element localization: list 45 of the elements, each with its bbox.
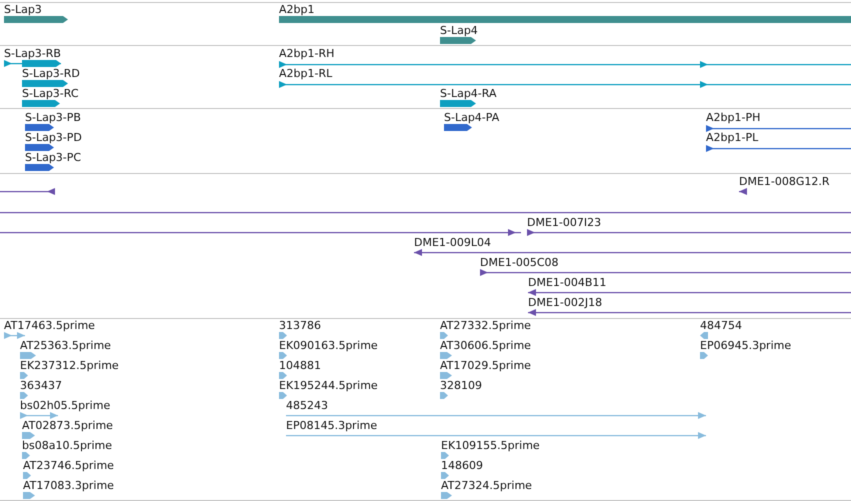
feature-label: AT23746.5prime xyxy=(23,459,114,472)
feature-label: S-Lap3-PB xyxy=(25,111,81,124)
feature-label: 484754 xyxy=(700,319,742,332)
feature-label: bs02h05.5prime xyxy=(20,399,110,412)
feature-label: EP08145.3prime xyxy=(286,419,378,432)
feature-label: S-Lap3-PC xyxy=(25,151,82,164)
feature-label: AT17029.5prime xyxy=(440,359,531,372)
feature-label: DME1-007I23 xyxy=(527,216,602,229)
feature-label: DME1-004B11 xyxy=(528,276,606,289)
feature-label: DME1-002J18 xyxy=(528,296,602,309)
feature-label: AT17463.5prime xyxy=(4,319,95,332)
feature-label: S-Lap3-RB xyxy=(4,47,61,60)
feature-label: DME1-008G12.R xyxy=(739,175,830,188)
feature-label: AT02873.5prime xyxy=(22,419,113,432)
feature-label: S-Lap3-RC xyxy=(22,87,79,100)
feature-label: 328109 xyxy=(440,379,482,392)
feature-label: 363437 xyxy=(20,379,62,392)
feature-label: EP06945.3prime xyxy=(700,339,792,352)
feature-label: A2bp1-PH xyxy=(706,111,760,124)
feature-label: A2bp1-PL xyxy=(706,131,758,144)
feature-label: S-Lap3-PD xyxy=(25,131,82,144)
feature-label: EK195244.5prime xyxy=(279,379,378,392)
feature-label: S-Lap4-PA xyxy=(444,111,500,124)
feature-label: AT27324.5prime xyxy=(441,479,532,492)
feature-label: A2bp1-RH xyxy=(279,47,334,60)
feature-label: S-Lap4-RA xyxy=(440,87,496,100)
feature-label: AT27332.5prime xyxy=(440,319,531,332)
feature-label: DME1-009L04 xyxy=(414,236,491,249)
feature-label: 313786 xyxy=(279,319,321,332)
feature-label: 104881 xyxy=(279,359,321,372)
feature-label: 485243 xyxy=(286,399,328,412)
feature-label: AT25363.5prime xyxy=(20,339,111,352)
feature-label: DME1-005C08 xyxy=(480,256,559,269)
feature-label: 148609 xyxy=(441,459,483,472)
feature-label: AT30606.5prime xyxy=(440,339,531,352)
feature-label: AT17083.3prime xyxy=(23,479,114,492)
feature-label: A2bp1 xyxy=(279,3,314,16)
feature-label: EK090163.5prime xyxy=(279,339,378,352)
feature-label: EK237312.5prime xyxy=(20,359,119,372)
feature-label: S-Lap3-RD xyxy=(22,67,80,80)
feature-label: S-Lap3 xyxy=(4,3,42,16)
feature-label: S-Lap4 xyxy=(440,24,478,37)
feature-label: EK109155.5prime xyxy=(441,439,540,452)
feature-label: bs08a10.5prime xyxy=(22,439,112,452)
feature-label: A2bp1-RL xyxy=(279,67,332,80)
